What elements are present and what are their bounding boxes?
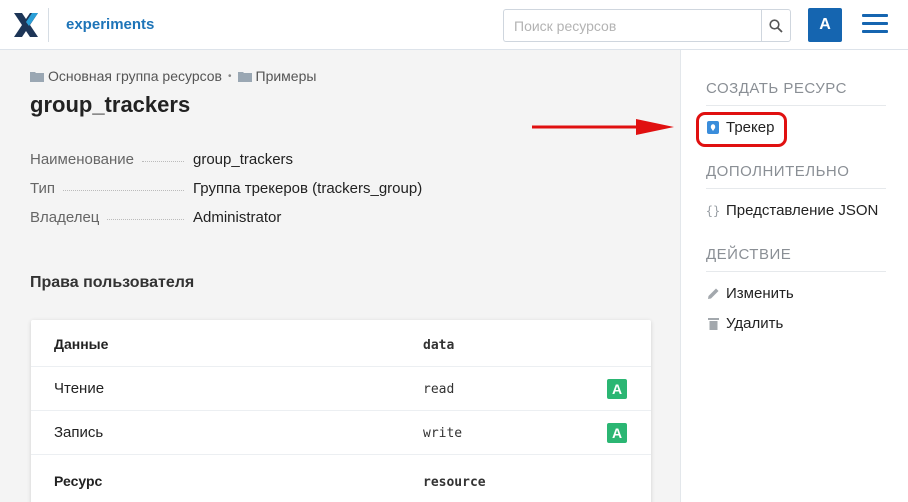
permission-label: Ресурс [54, 473, 103, 489]
pencil-icon [706, 287, 720, 301]
additional-heading: ДОПОЛНИТЕЛЬНО [706, 163, 886, 189]
permission-code: write [423, 426, 463, 441]
permission-code: read [423, 382, 455, 397]
folder-icon [237, 71, 252, 82]
property-row: Тип Группа трекеров (trackers_group) [30, 180, 450, 209]
json-view-label: Представление JSON [726, 202, 879, 219]
app-title[interactable]: experiments [66, 16, 154, 33]
create-resource-heading: СОЗДАТЬ РЕСУРС [706, 80, 886, 106]
permission-badge: A [607, 423, 627, 443]
permission-badge: A [607, 379, 627, 399]
breadcrumb-separator: • [228, 70, 232, 82]
search-button[interactable] [761, 9, 791, 42]
property-value: Administrator [193, 209, 282, 226]
top-header: experiments A [0, 0, 908, 50]
property-value: group_trackers [193, 151, 294, 168]
annotation-highlight-box [696, 112, 787, 147]
permissions-table: Данные data Чтение read A Запись write A… [31, 320, 651, 502]
permission-label: Чтение [54, 380, 105, 397]
property-row: Владелец Administrator [30, 209, 450, 238]
permission-code: resource [423, 475, 486, 490]
annotation-arrow-icon [532, 119, 674, 135]
permissions-row: Чтение read A [31, 367, 651, 411]
delete-label: Удалить [726, 315, 784, 332]
breadcrumb: Основная группа ресурсов • Примеры [30, 68, 316, 84]
search-icon [769, 18, 783, 33]
permissions-row: Данные data [31, 320, 651, 367]
logo-icon[interactable] [12, 11, 40, 39]
permissions-title: Права пользователя [30, 274, 195, 291]
edit-link[interactable]: Изменить [706, 285, 794, 302]
edit-label: Изменить [726, 285, 794, 302]
property-key: Владелец [30, 209, 100, 226]
trash-icon [706, 317, 720, 331]
property-value: Группа трекеров (trackers_group) [193, 180, 423, 197]
breadcrumb-item[interactable]: Примеры [256, 68, 317, 84]
header-divider [48, 8, 49, 42]
permission-label: Запись [54, 424, 104, 441]
permission-code: data [423, 338, 455, 353]
breadcrumb-item[interactable]: Основная группа ресурсов [48, 68, 222, 84]
delete-link[interactable]: Удалить [706, 315, 783, 332]
property-key: Наименование [30, 151, 134, 168]
resource-properties: Наименование group_trackers Тип Группа т… [30, 151, 450, 238]
action-heading: ДЕЙСТВИЕ [706, 246, 886, 272]
property-row: Наименование group_trackers [30, 151, 450, 180]
property-key: Тип [30, 180, 56, 197]
user-avatar[interactable]: A [808, 8, 842, 42]
permissions-row: Ресурс resource [31, 455, 651, 502]
permissions-row: Запись write A [31, 411, 651, 455]
hamburger-menu-icon[interactable] [862, 14, 888, 36]
json-view-link[interactable]: {} Представление JSON [705, 202, 879, 219]
folder-icon [30, 71, 44, 82]
permission-label: Данные [54, 336, 109, 352]
braces-icon: {} [705, 203, 721, 218]
search-input[interactable] [503, 9, 761, 42]
page-title: group_trackers [30, 92, 191, 117]
